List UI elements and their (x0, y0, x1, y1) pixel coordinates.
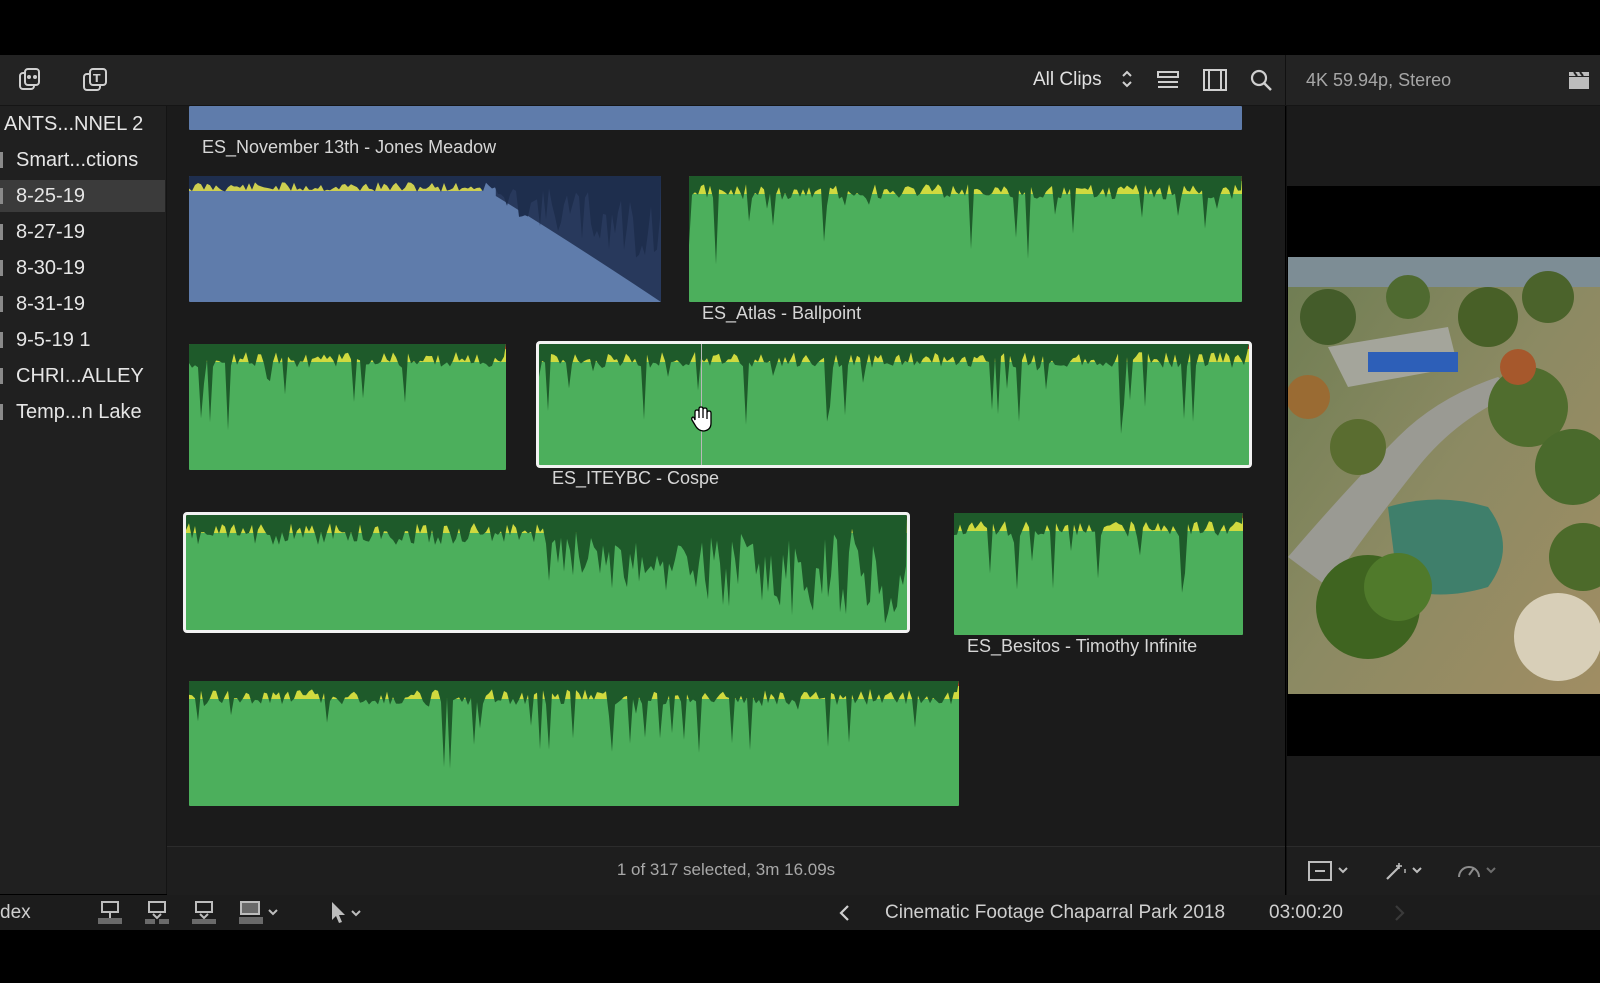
event-marker (0, 224, 3, 240)
aerial-park-image (1288, 257, 1600, 694)
sidebar-item-label: Temp...n Lake (16, 401, 142, 423)
audio-clip-blue-waveform[interactable] (189, 176, 661, 302)
clip-browser: ES_November 13th - Jones Meadow ES_Atlas… (167, 106, 1285, 846)
event-marker (0, 368, 3, 384)
audio-clip-iteybc-cospe[interactable] (536, 341, 1252, 468)
clip-filter-dropdown[interactable]: All Clips (1033, 69, 1102, 91)
selection-status: 1 of 317 selected, 3m 16.09s (616, 860, 836, 879)
sidebar-item-label: 8-31-19 (16, 293, 85, 315)
audio-waveform (539, 344, 1249, 465)
clip-name: ES_November 13th - Jones Meadow (202, 137, 497, 157)
timeline-duration: 03:00:20 (1269, 902, 1343, 923)
insert-clip-icon[interactable] (143, 900, 171, 932)
event-marker (0, 188, 3, 204)
enhance-wand-icon[interactable] (1383, 859, 1429, 888)
viewer-video-frame[interactable] (1288, 257, 1600, 694)
event-marker (0, 404, 3, 420)
back-arrow-icon[interactable] (836, 902, 854, 930)
viewer-panel (1286, 106, 1600, 846)
sidebar-item-8-27-19[interactable]: 8-27-19 (0, 216, 165, 248)
audio-waveform (189, 176, 661, 302)
audio-clip-row2-left[interactable] (189, 344, 506, 470)
sidebar-item-8-31-19[interactable]: 8-31-19 (0, 288, 165, 320)
audio-waveform (189, 344, 506, 470)
sidebar-item-label: 9-5-19 1 (16, 329, 91, 351)
sidebar-item-8-30-19[interactable]: 8-30-19 (0, 252, 165, 284)
event-marker (0, 296, 3, 312)
hand-cursor-icon (687, 404, 717, 434)
browser-status-bar: 1 of 317 selected, 3m 16.09s (167, 846, 1285, 895)
clip-name: ES_Besitos - Timothy Infinite (967, 636, 1198, 656)
search-icon[interactable] (1249, 68, 1273, 97)
sidebar-item-label: 8-25-19 (16, 185, 85, 207)
event-marker (0, 260, 3, 276)
libraries-icon[interactable] (14, 65, 44, 100)
sidebar-item-label: CHRI...ALLEY (16, 365, 144, 387)
transform-icon[interactable] (1307, 859, 1353, 888)
audio-waveform (954, 513, 1243, 635)
sidebar-item-label: 8-27-19 (16, 221, 85, 243)
sidebar-item-8-25-19[interactable]: 8-25-19 (0, 180, 165, 212)
audio-clip-atlas-ballpoint[interactable] (689, 176, 1242, 302)
audio-clip-besitos[interactable] (954, 513, 1243, 635)
sidebar-item-9-5-19-1[interactable]: 9-5-19 1 (0, 324, 165, 356)
sidebar-item-library[interactable]: ANTS...NNEL 2 (0, 108, 165, 140)
filmstrip-view-icon[interactable] (1202, 68, 1228, 97)
viewer-format-label: 4K 59.94p, Stereo (1306, 70, 1452, 90)
sidebar-item-label: Smart...ctions (16, 149, 139, 171)
index-button[interactable]: dex (0, 902, 31, 924)
sidebar-item-smart-collections[interactable]: Smart...ctions (0, 144, 165, 176)
clapper-icon[interactable] (1567, 69, 1591, 96)
event-marker (0, 152, 3, 168)
svg-text:T: T (93, 72, 101, 85)
chevron-updown-icon[interactable] (1120, 68, 1134, 95)
audio-waveform (689, 176, 1242, 302)
connect-clip-icon[interactable] (96, 900, 124, 932)
sidebar-item-temp-lake[interactable]: Temp...n Lake (0, 396, 165, 428)
audio-clip-jones-meadow[interactable] (189, 106, 1242, 130)
library-sidebar: ANTS...NNEL 2 Smart...ctions 8-25-19 8-2… (0, 106, 167, 894)
overwrite-clip-icon[interactable] (237, 900, 281, 932)
speed-gauge-icon[interactable] (1455, 859, 1501, 888)
list-view-icon[interactable] (1156, 68, 1180, 97)
sidebar-item-label: 8-30-19 (16, 257, 85, 279)
audio-waveform (186, 515, 907, 630)
clip-name: ES_ITEYBC - Cospe (552, 468, 720, 488)
clip-name: ES_Atlas - Ballpoint (702, 303, 862, 323)
event-marker (0, 332, 3, 348)
append-clip-icon[interactable] (190, 900, 218, 932)
browser-toolbar: T All Clips 4K 59.94p, Stereo (0, 55, 1600, 106)
viewer-controls (1286, 846, 1600, 895)
audio-clip-row4[interactable] (189, 681, 959, 806)
toolbar-divider (1285, 55, 1286, 105)
select-tool-icon[interactable] (328, 900, 368, 932)
timeline-toolbar: dex Cinematic Footage Chaparral Park 201… (0, 895, 1600, 930)
project-name: Cinematic Footage Chaparral Park 2018 (885, 902, 1226, 923)
titles-generators-icon[interactable]: T (80, 65, 110, 100)
audio-waveform (189, 681, 959, 806)
forward-arrow-icon[interactable] (1390, 902, 1408, 930)
sidebar-item-label: ANTS...NNEL 2 (4, 113, 144, 135)
sidebar-item-chri-alley[interactable]: CHRI...ALLEY (0, 360, 165, 392)
audio-clip-row3-selected[interactable] (183, 512, 910, 633)
